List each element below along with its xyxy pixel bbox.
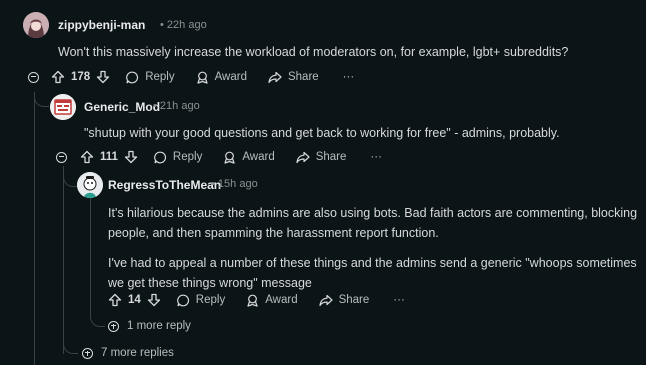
ellipsis-icon: ··· xyxy=(370,151,382,163)
collapse-button[interactable] xyxy=(28,71,39,83)
thread-line-level1[interactable] xyxy=(63,166,64,354)
expand-icon xyxy=(108,320,119,332)
avatar[interactable] xyxy=(50,94,76,120)
separator-dot: • xyxy=(211,178,215,190)
share-label: Share xyxy=(287,71,319,83)
comment-author[interactable]: RegressToTheMean xyxy=(108,178,221,192)
share-arrow-icon xyxy=(296,151,310,163)
comment-timestamp: • 21h ago xyxy=(153,100,200,112)
comment-paragraph: It's hilarious because the admins are al… xyxy=(108,206,638,240)
thread-elbow-more-nested xyxy=(90,306,105,327)
comment-body: It's hilarious because the admins are al… xyxy=(108,203,638,293)
vote-count: 178 xyxy=(71,71,91,83)
ellipsis-icon: ··· xyxy=(393,294,405,306)
separator-dot: • xyxy=(153,100,157,112)
ellipsis-icon: ··· xyxy=(342,71,355,83)
comment-action-bar: 111 Reply Award Share ··· xyxy=(56,147,382,167)
comment-bubble-icon xyxy=(154,151,166,163)
time-label: 21h ago xyxy=(159,100,200,112)
more-options-button[interactable]: ··· xyxy=(393,294,405,306)
comment-author[interactable]: zippybenji-man xyxy=(58,18,145,32)
comment-paragraph: I've had to appeal a number of these thi… xyxy=(108,256,637,290)
thread-elbow-more-top xyxy=(63,336,78,354)
thread-line-root[interactable] xyxy=(34,92,35,365)
upvote-arrow-icon xyxy=(108,293,122,307)
reply-label: Reply xyxy=(145,71,175,83)
more-replies-nested-link[interactable]: 1 more reply xyxy=(108,320,191,332)
comment-paragraph: Won't this massively increase the worklo… xyxy=(58,45,569,59)
separator-dot: • xyxy=(160,19,164,31)
comment-paragraph: "shutup with your good questions and get… xyxy=(84,126,560,140)
collapse-icon xyxy=(56,151,67,163)
comment-timestamp: • 22h ago xyxy=(160,19,207,31)
collapse-icon xyxy=(28,71,39,83)
share-button[interactable]: Share xyxy=(296,151,347,164)
share-button[interactable]: Share xyxy=(268,71,319,84)
more-replies-label: 1 more reply xyxy=(127,320,191,332)
reply-button[interactable]: Reply xyxy=(126,71,175,84)
upvote-arrow-icon xyxy=(80,150,94,164)
award-label: Award xyxy=(265,294,298,306)
more-options-button[interactable]: ··· xyxy=(343,71,355,83)
comment-action-bar: 178 Reply Award Share ··· xyxy=(28,67,354,87)
comment-body: "shutup with your good questions and get… xyxy=(84,123,624,143)
comment-timestamp: • 15h ago xyxy=(211,178,258,190)
award-icon xyxy=(247,294,258,307)
more-replies-top-link[interactable]: 7 more replies xyxy=(82,347,174,359)
reply-button[interactable]: Reply xyxy=(176,294,226,307)
upvote-button[interactable] xyxy=(80,150,94,164)
thread-line-level2[interactable] xyxy=(90,198,91,308)
award-icon xyxy=(224,151,235,164)
comment-author[interactable]: Generic_Mod xyxy=(84,100,160,114)
comment-bubble-icon xyxy=(126,71,139,83)
comment-bubble-icon xyxy=(176,294,189,306)
downvote-arrow-icon xyxy=(147,293,160,307)
award-icon xyxy=(196,71,208,84)
downvote-arrow-icon xyxy=(124,150,138,164)
more-options-button[interactable]: ··· xyxy=(370,151,382,163)
reply-button[interactable]: Reply xyxy=(154,151,202,164)
comment-action-bar: 14 Reply Award Share ··· xyxy=(108,290,405,310)
share-label: Share xyxy=(338,294,370,306)
award-label: Award xyxy=(214,71,247,83)
downvote-button[interactable] xyxy=(124,150,138,164)
downvote-button[interactable] xyxy=(96,70,110,84)
avatar[interactable] xyxy=(23,12,49,38)
upvote-button[interactable] xyxy=(108,293,122,307)
avatar[interactable] xyxy=(77,172,103,198)
award-label: Award xyxy=(242,151,275,163)
time-label: 15h ago xyxy=(217,178,258,190)
share-arrow-icon xyxy=(268,71,282,83)
expand-icon xyxy=(82,347,93,359)
collapse-button[interactable] xyxy=(56,151,67,163)
share-label: Share xyxy=(315,151,347,163)
vote-count: 14 xyxy=(128,294,141,306)
downvote-button[interactable] xyxy=(147,293,161,307)
downvote-arrow-icon xyxy=(97,70,110,84)
comment-body: Won't this massively increase the worklo… xyxy=(58,42,618,62)
thread-elbow-level1 xyxy=(34,92,49,107)
award-button[interactable]: Award xyxy=(246,294,298,307)
upvote-button[interactable] xyxy=(51,70,65,84)
time-label: 22h ago xyxy=(166,19,207,31)
vote-count: 111 xyxy=(100,151,118,163)
thread-elbow-level2 xyxy=(63,166,78,187)
share-arrow-icon xyxy=(318,294,333,306)
share-button[interactable]: Share xyxy=(318,294,370,307)
more-replies-label: 7 more replies xyxy=(101,347,174,359)
award-button[interactable]: Award xyxy=(223,151,275,164)
reply-label: Reply xyxy=(172,151,203,163)
reply-label: Reply xyxy=(195,294,226,306)
award-button[interactable]: Award xyxy=(196,71,247,84)
upvote-arrow-icon xyxy=(51,70,65,84)
